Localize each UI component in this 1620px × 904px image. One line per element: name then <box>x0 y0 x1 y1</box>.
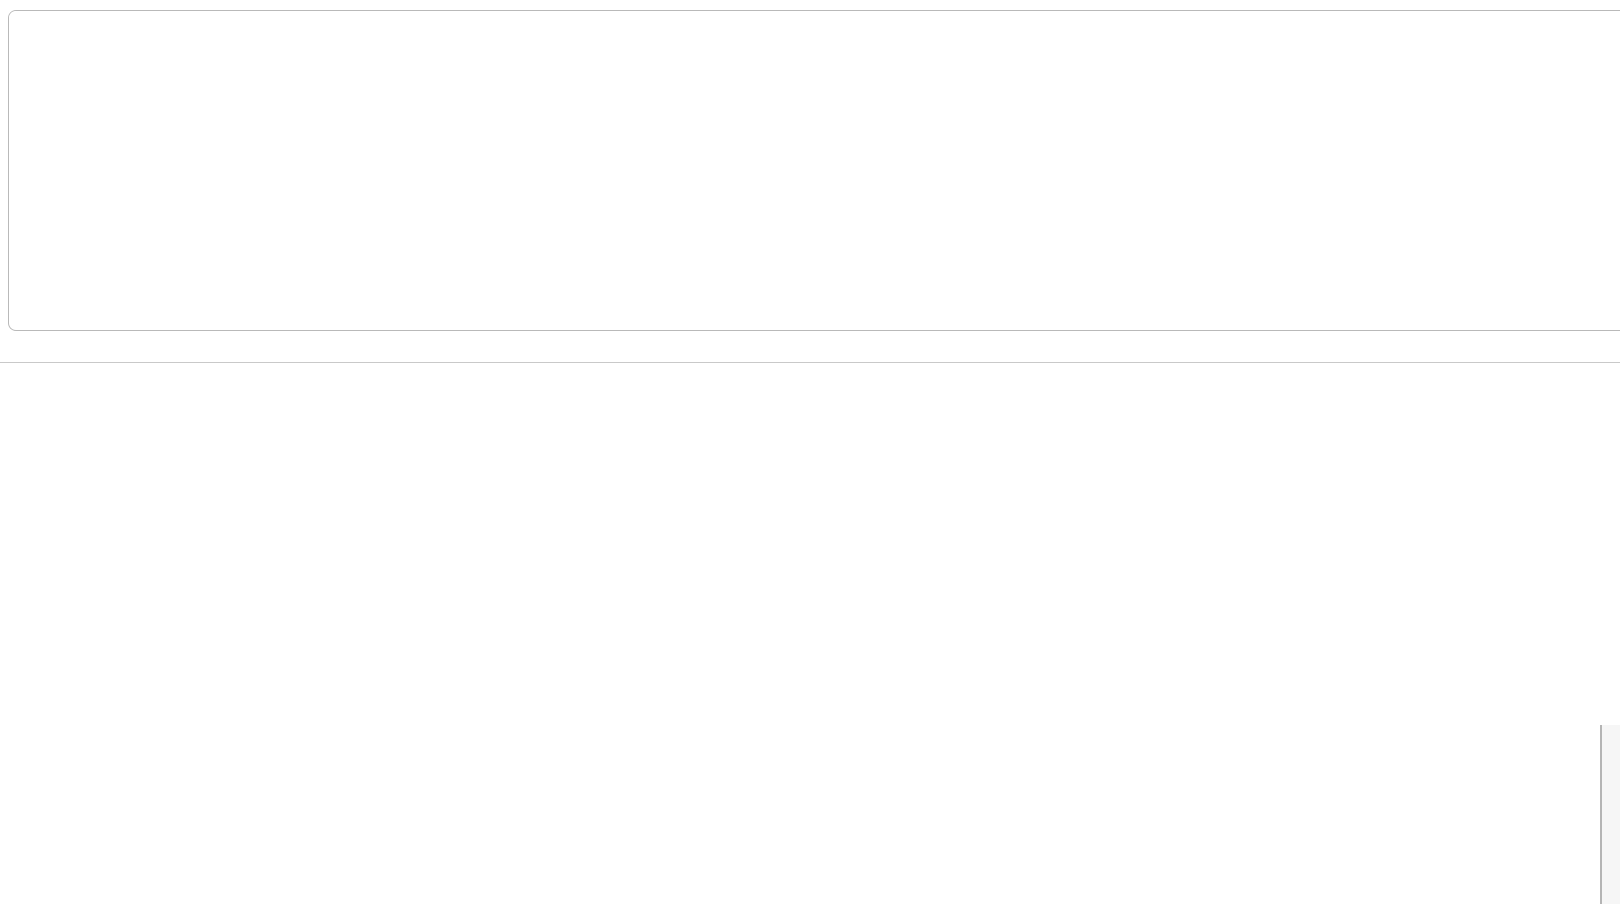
timeline-chart[interactable] <box>0 363 1620 904</box>
thread-table-header <box>9 11 1620 41</box>
timeline-panel <box>0 362 1620 904</box>
jmc-threads-view <box>0 0 1620 904</box>
lane-button-rail <box>1602 725 1620 904</box>
thread-table[interactable] <box>8 10 1620 331</box>
